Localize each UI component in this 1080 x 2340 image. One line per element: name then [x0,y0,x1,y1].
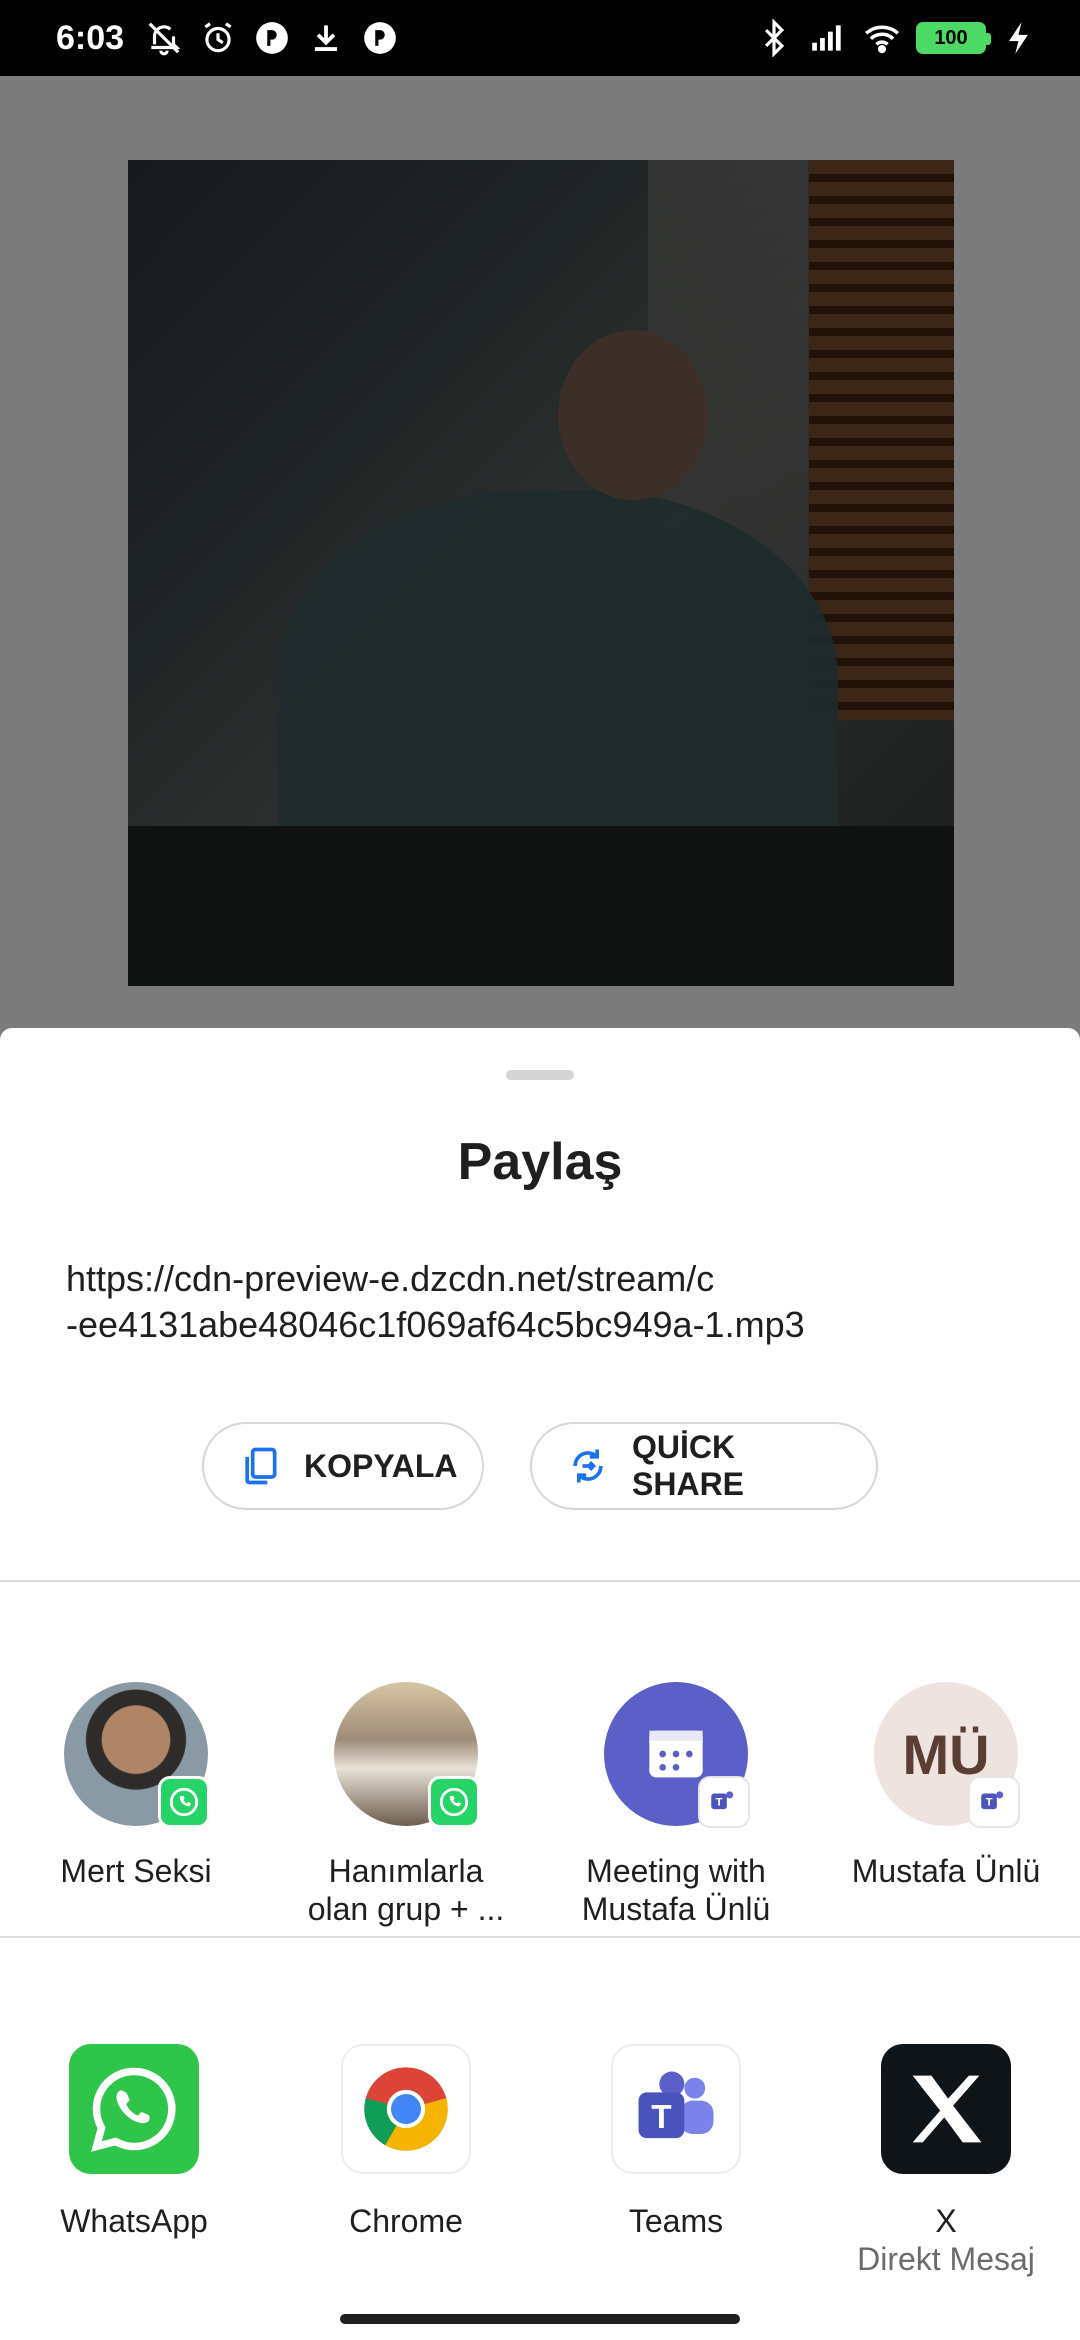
contact-name: Hanımlarla [328,1853,484,1889]
status-time: 6:03 [56,18,125,57]
copy-button[interactable]: KOPYALA [202,1422,484,1510]
divider-bottom [0,1936,1080,1938]
share-sheet: Paylaş https://cdn-preview-e.dzcdn.net/s… [0,1028,1080,2340]
whatsapp-badge-icon [158,1776,210,1828]
app-sub-label: Direkt Mesaj [857,2241,1035,2277]
contact-target[interactable]: T Meeting with Mustafa Ünlü [556,1682,796,1928]
preview-image [128,160,954,986]
battery-indicator: 100 [916,22,991,54]
contact-name: Mert Seksi [60,1853,212,1889]
action-row: KOPYALA QUİCK SHARE [0,1422,1080,1512]
contact-name-line2: Mustafa Ünlü [581,1891,771,1927]
teams-badge-icon: T [698,1776,750,1828]
bluetooth-icon [754,18,794,58]
app-notification-icon-2 [360,18,400,58]
app-target-whatsapp[interactable]: WhatsApp [14,2044,254,2240]
wifi-icon [862,18,902,58]
download-icon [306,18,346,58]
copy-button-label: KOPYALA [304,1447,458,1484]
contact-name-line2: olan grup + ... [307,1891,505,1927]
contact-target[interactable]: Hanımlarla olan grup + ... [286,1682,526,1928]
status-bar: 6:03 100 [0,0,1080,76]
teams-icon: T [611,2044,741,2174]
copy-icon [238,1444,282,1488]
gesture-nav-bar[interactable] [340,2314,740,2324]
contact-target[interactable]: Mert Seksi [16,1682,256,1890]
contact-name: Mustafa Ünlü [851,1853,1041,1889]
x-icon [881,2044,1011,2174]
divider-top [0,1580,1080,1582]
direct-share-row: Mert Seksi Hanımlarla olan grup + ... T … [0,1652,1080,1927]
app-label: X [935,2203,957,2239]
app-label: WhatsApp [60,2203,208,2239]
svg-text:T: T [986,1797,993,1809]
shared-link-text: https://cdn-preview-e.dzcdn.net/stream/c… [66,1256,1016,1348]
app-target-x[interactable]: X Direkt Mesaj [826,2044,1066,2278]
teams-badge-icon: T [968,1776,1020,1828]
shared-link-line-2: -ee4131abe48046c1f069af64c5bc949a-1.mp3 [66,1304,805,1345]
alarm-icon [198,18,238,58]
app-targets-row: WhatsApp Chrome T Teams X Direkt Mesaj [0,2012,1080,2312]
quick-share-button[interactable]: QUİCK SHARE [530,1422,878,1510]
app-target-teams[interactable]: T Teams [556,2044,796,2240]
shared-link-line-1: https://cdn-preview-e.dzcdn.net/stream/c [66,1258,715,1299]
app-label: Teams [628,2203,724,2239]
app-target-chrome[interactable]: Chrome [286,2044,526,2240]
contact-target[interactable]: MÜ T Mustafa Ünlü [826,1682,1066,1890]
chrome-icon [341,2044,471,2174]
svg-text:T: T [651,2099,671,2136]
mute-icon [144,18,184,58]
svg-text:T: T [716,1797,723,1809]
sheet-title: Paylaş [457,1133,623,1191]
whatsapp-badge-icon [428,1776,480,1828]
quick-share-icon [566,1444,610,1488]
app-label: Chrome [349,2203,463,2239]
drag-handle[interactable] [506,1070,574,1080]
whatsapp-icon [69,2044,199,2174]
app-notification-icon [252,18,292,58]
quick-share-label: QUİCK SHARE [632,1429,745,1502]
contact-name: Meeting with [586,1853,766,1889]
signal-icon [808,18,848,58]
charging-icon [1000,18,1040,58]
